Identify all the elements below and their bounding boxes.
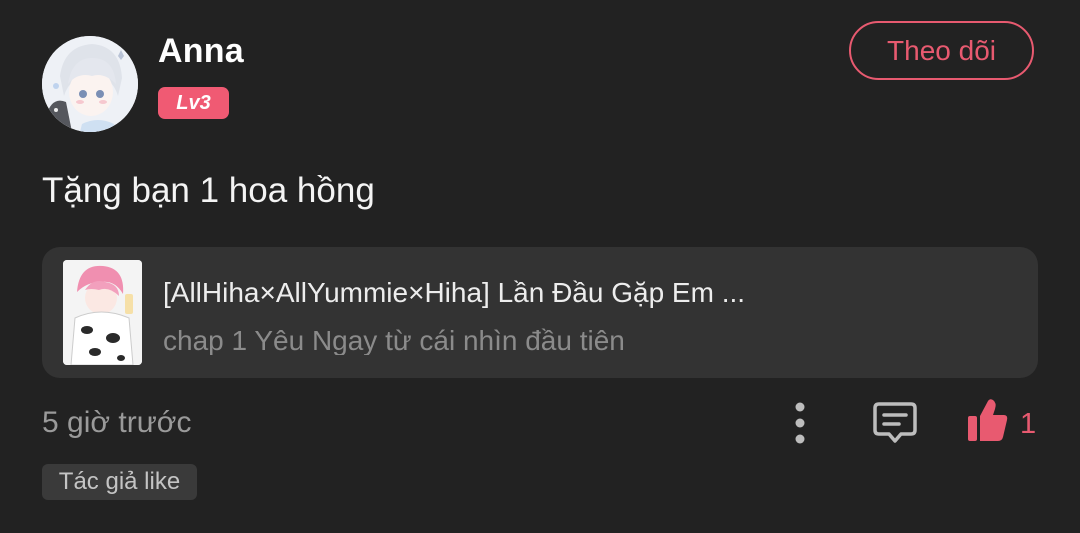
avatar-image [42,36,138,132]
more-options-button[interactable] [780,400,820,446]
like-count: 1 [1020,408,1037,440]
post-timestamp: 5 giờ trước [42,406,192,439]
thumbs-up-icon [968,399,1008,441]
like-button[interactable]: 1 [964,396,1044,450]
story-title: [AllHiha×AllYummie×Hiha] Lần Đầu Gặp Em … [163,277,746,308]
avatar[interactable] [42,36,138,132]
comment-button[interactable] [870,398,920,448]
comment-bubble-icon [873,402,917,443]
follow-button[interactable]: Theo dõi [849,21,1034,80]
post-text: Tặng bạn 1 hoa hồng [42,171,375,210]
vertical-dots-icon [795,402,805,444]
story-chapter: chap 1 Yêu Ngay từ cái nhìn đầu tiên [163,325,625,355]
username[interactable]: Anna [158,32,244,71]
story-card[interactable]: [AllHiha×AllYummie×Hiha] Lần Đầu Gặp Em … [42,247,1038,378]
story-cover-image [63,260,142,365]
level-badge: Lv3 [158,87,229,119]
story-thumbnail [63,260,142,365]
author-like-tag: Tác giả like [42,464,197,500]
